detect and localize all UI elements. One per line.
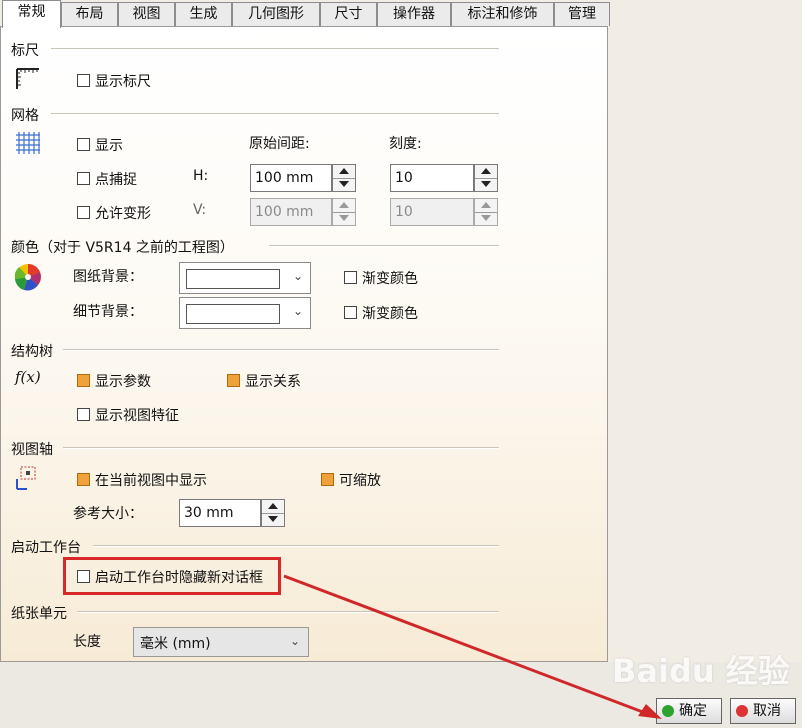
tab-manipulators[interactable]: 操作器 — [377, 2, 451, 26]
v-label: V: — [193, 202, 207, 218]
v-spacing-input: 100 mm — [250, 198, 332, 226]
separator — [93, 545, 499, 547]
tab-annotation[interactable]: 标注和修饰 — [451, 2, 554, 26]
tab-view[interactable]: 视图 — [118, 2, 175, 26]
watermark: Baidu 经验 — [612, 652, 790, 690]
section-colors: 颜色（对于 V5R14 之前的工程图） — [11, 240, 234, 256]
detail-gradient-checkbox[interactable] — [344, 306, 357, 319]
ruler-icon — [16, 68, 39, 89]
separator — [63, 447, 499, 449]
tab-geometry[interactable]: 几何图形 — [232, 2, 320, 26]
detail-bg-color-combo[interactable]: ⌄ — [179, 297, 311, 329]
tab-bar: 常规 布局 视图 生成 几何图形 尺寸 操作器 标注和修饰 管理 — [0, 0, 802, 28]
ref-size-spinner[interactable] — [261, 499, 285, 527]
show-in-current-view-checkbox[interactable] — [77, 473, 90, 486]
separator — [63, 349, 499, 351]
tab-layout[interactable]: 布局 — [61, 2, 118, 26]
chevron-down-icon: ⌄ — [293, 269, 304, 283]
cancel-icon — [736, 705, 748, 717]
color-wheel-icon — [14, 264, 41, 291]
chevron-down-icon: ⌄ — [293, 304, 304, 318]
separator — [51, 113, 499, 115]
h-label: H: — [193, 168, 209, 184]
zoomable-checkbox[interactable] — [321, 473, 334, 486]
hide-new-dialog-checkbox[interactable] — [77, 570, 90, 583]
options-panel: 标尺 显示标尺 网格 显示 原始间距: 刻度: 点捕捉 H: 100 mm 10… — [0, 26, 608, 662]
tab-generation[interactable]: 生成 — [175, 2, 232, 26]
ok-button[interactable]: 确定 — [656, 698, 722, 724]
v-graduation-spinner — [474, 198, 498, 226]
section-view-axis: 视图轴 — [11, 442, 53, 458]
h-spacing-spinner[interactable] — [332, 164, 356, 192]
length-unit-select[interactable]: 毫米 (mm) ⌄ — [133, 627, 309, 657]
ref-size-label: 参考大小： — [73, 506, 143, 522]
sheet-bg-color-combo[interactable]: ⌄ — [179, 262, 311, 294]
allow-deform-label: 允许变形 — [95, 206, 151, 222]
show-ruler-label: 显示标尺 — [95, 74, 151, 90]
point-snap-label: 点捕捉 — [95, 172, 137, 188]
function-icon: f(x) — [15, 368, 41, 386]
show-params-label: 显示参数 — [95, 374, 151, 390]
grid-icon — [16, 132, 40, 154]
v-spacing-spinner — [332, 198, 356, 226]
separator — [51, 48, 499, 50]
show-ruler-checkbox[interactable] — [77, 74, 90, 87]
cancel-button[interactable]: 取消 — [730, 698, 796, 724]
h-graduation-spinner[interactable] — [474, 164, 498, 192]
tab-administration[interactable]: 管理 — [554, 2, 610, 26]
detail-bg-label: 细节背景： — [73, 304, 143, 320]
view-axis-icon — [16, 466, 36, 490]
zoomable-label: 可缩放 — [339, 473, 381, 489]
sheet-gradient-checkbox[interactable] — [344, 271, 357, 284]
ok-icon — [662, 705, 674, 717]
separator — [77, 611, 499, 613]
h-graduation-input[interactable]: 10 — [390, 164, 474, 192]
show-view-features-checkbox[interactable] — [77, 408, 90, 421]
length-unit-value: 毫米 (mm) — [140, 636, 211, 652]
show-view-features-label: 显示视图特征 — [95, 408, 179, 424]
section-workbench: 启动工作台 — [11, 540, 81, 556]
tab-dimension[interactable]: 尺寸 — [320, 2, 377, 26]
graduation-header: 刻度: — [389, 136, 422, 152]
spacing-header: 原始间距: — [249, 136, 310, 152]
chevron-down-icon: ⌄ — [290, 634, 301, 648]
section-grid: 网格 — [11, 108, 39, 124]
allow-deform-checkbox[interactable] — [77, 206, 90, 219]
separator — [269, 245, 499, 247]
tab-general[interactable]: 常规 — [2, 0, 61, 28]
show-relations-label: 显示关系 — [245, 374, 301, 390]
section-ruler: 标尺 — [11, 43, 39, 59]
show-relations-checkbox[interactable] — [227, 374, 240, 387]
detail-gradient-label: 渐变颜色 — [362, 306, 418, 322]
ref-size-input[interactable]: 30 mm — [179, 499, 261, 527]
point-snap-checkbox[interactable] — [77, 172, 90, 185]
grid-show-label: 显示 — [95, 138, 123, 154]
h-spacing-input[interactable]: 100 mm — [250, 164, 332, 192]
sheet-gradient-label: 渐变颜色 — [362, 271, 418, 287]
section-paper-unit: 纸张单元 — [11, 606, 67, 622]
grid-show-checkbox[interactable] — [77, 138, 90, 151]
v-graduation-input: 10 — [390, 198, 474, 226]
sheet-bg-label: 图纸背景： — [73, 269, 143, 285]
hide-new-dialog-label: 启动工作台时隐藏新对话框 — [95, 570, 263, 586]
length-label: 长度 — [73, 634, 101, 650]
show-in-current-view-label: 在当前视图中显示 — [95, 473, 207, 489]
section-tree: 结构树 — [11, 344, 53, 360]
show-params-checkbox[interactable] — [77, 374, 90, 387]
